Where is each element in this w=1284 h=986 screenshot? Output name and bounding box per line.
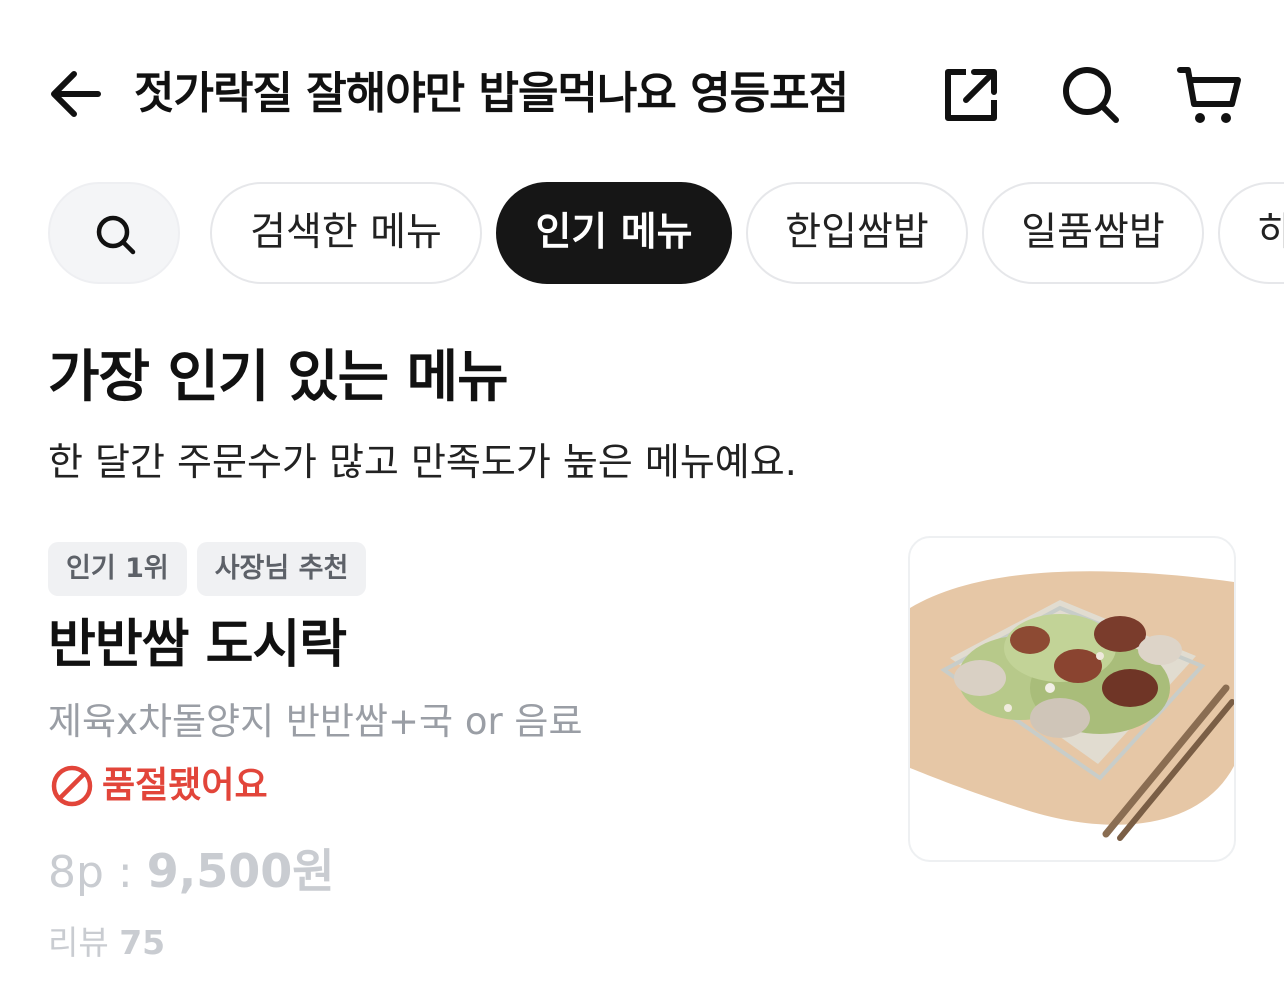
chip-signature-ssambap[interactable]: 일품쌈밥 <box>982 182 1204 284</box>
store-title: 젓가락질 잘해야만 밥을먹나요 영등포점 <box>134 68 849 119</box>
chip-popular-menu[interactable]: 인기 메뉴 <box>496 182 732 284</box>
arrow-left-icon <box>51 71 101 117</box>
category-chip-bar: 검색한 메뉴 인기 메뉴 한입쌈밥 일품쌈밥 하 <box>0 180 1284 290</box>
review-count-value: 75 <box>119 923 166 962</box>
section-title: 가장 인기 있는 메뉴 <box>48 345 509 410</box>
back-button[interactable] <box>44 62 108 126</box>
review-count: 리뷰 75 <box>48 920 165 966</box>
header-search-button[interactable] <box>1056 60 1126 130</box>
menu-item-description: 제육x차돌양지 반반쌈+국 or 음료 <box>48 700 583 743</box>
prohibited-icon <box>51 765 93 807</box>
soldout-text: 품절됐어요 <box>102 765 268 806</box>
search-icon <box>1063 67 1119 123</box>
review-label: 리뷰 <box>48 923 120 962</box>
menu-item-card[interactable]: 인기 1위 사장님 추천 반반쌈 도시락 제육x차돌양지 반반쌈+국 or 음료 … <box>0 520 1284 986</box>
search-icon <box>96 215 136 255</box>
badge-popular-rank: 인기 1위 <box>48 542 187 596</box>
share-button[interactable] <box>936 60 1006 130</box>
chip-search-button[interactable] <box>48 182 180 284</box>
chip-next-category[interactable]: 하 <box>1218 182 1284 284</box>
share-external-icon <box>945 69 997 121</box>
price-portion-label: 8p : <box>48 847 147 898</box>
menu-item-price: 8p : 9,500원 <box>48 838 335 915</box>
badge-owner-pick: 사장님 추천 <box>196 542 367 596</box>
store-menu-page: 젓가락질 잘해야만 밥을먹나요 영등포점 검색한 메뉴 인기 메뉴 한입쌈밥 일… <box>0 0 1284 986</box>
menu-item-name: 반반쌈 도시락 <box>48 615 347 675</box>
section-subtitle: 한 달간 주문수가 많고 만족도가 높은 메뉴예요. <box>48 440 797 484</box>
chip-searched-menu[interactable]: 검색한 메뉴 <box>210 182 482 284</box>
cart-button[interactable] <box>1174 60 1244 130</box>
price-value: 9,500원 <box>146 844 335 898</box>
top-app-bar: 젓가락질 잘해야만 밥을먹나요 영등포점 <box>0 0 1284 186</box>
food-photo-bossam-lunchbox <box>910 571 1234 841</box>
chip-bite-ssambap[interactable]: 한입쌈밥 <box>746 182 968 284</box>
menu-item-image[interactable] <box>908 536 1236 862</box>
badge-group: 인기 1위 사장님 추천 <box>48 542 376 596</box>
cart-icon <box>1177 67 1241 123</box>
